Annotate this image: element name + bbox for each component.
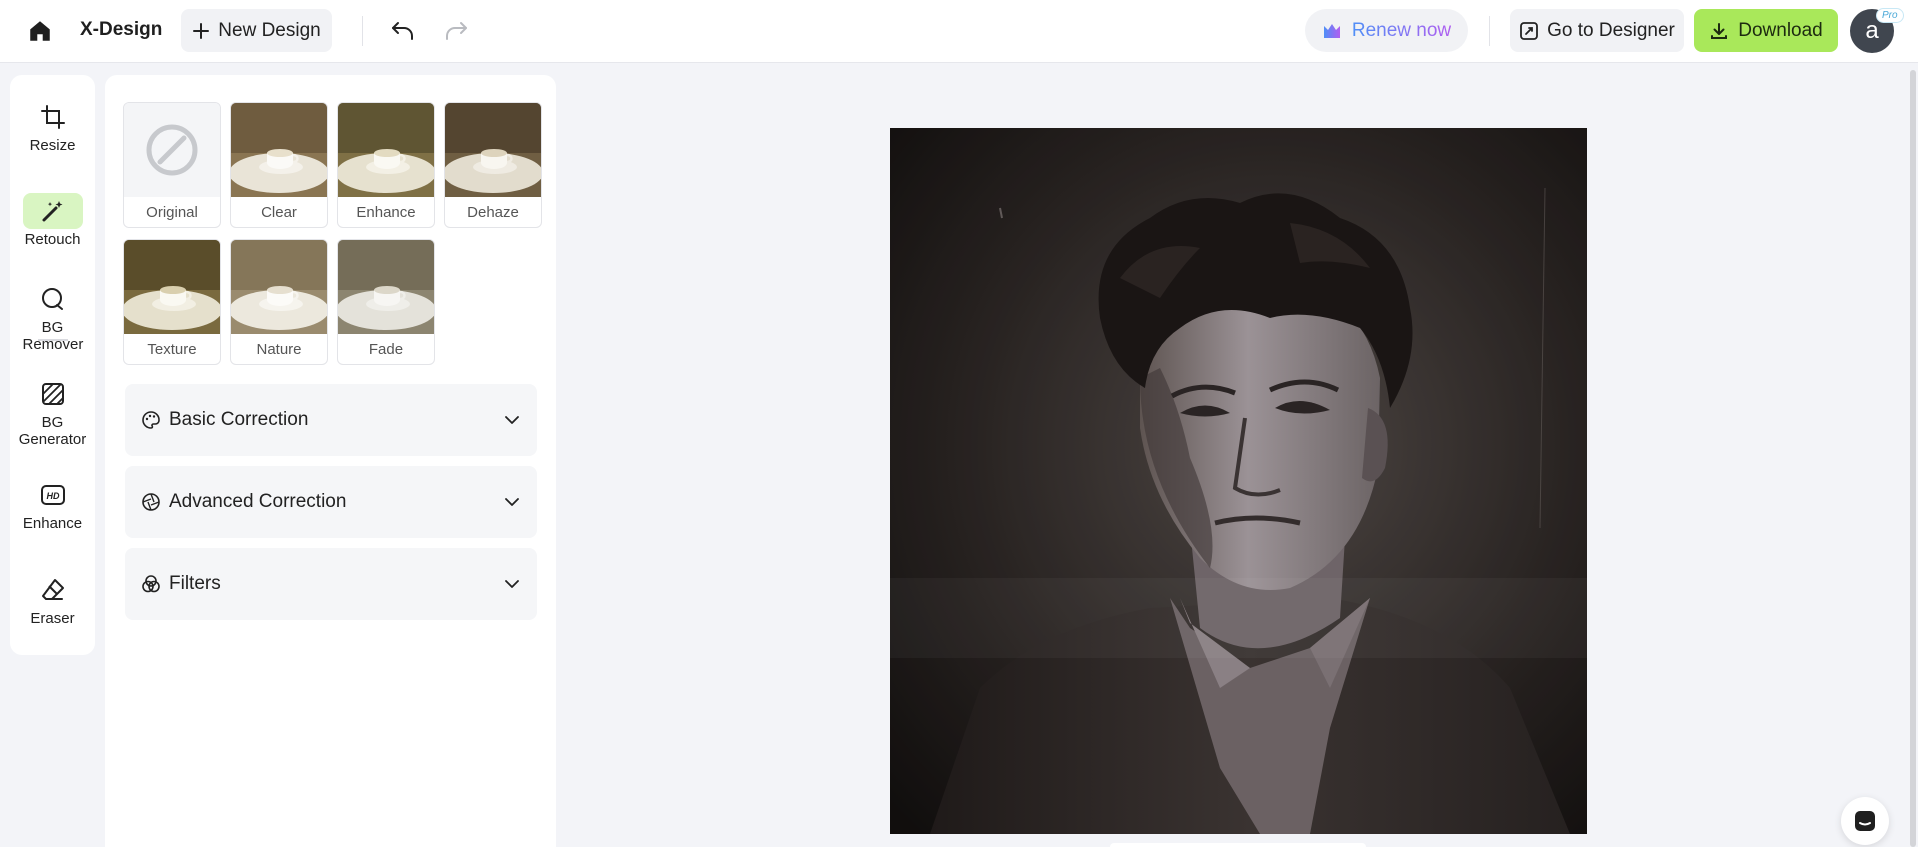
svg-text:HD: HD [46,491,59,501]
rail-item-bg-generator[interactable]: BG Generator [10,376,95,448]
none-icon [124,103,220,197]
preset-label: Nature [256,340,302,358]
filters-icon [142,575,160,593]
preset-label: Clear [261,203,297,221]
eraser-icon [23,572,83,608]
rail-label: BG Generator [18,414,87,448]
rail-item-bg-remover[interactable]: BG Remover [10,281,95,353]
preset-fade[interactable]: Fade [337,239,435,365]
preset-thumbnail [338,240,434,334]
tool-rail: Resize Retouch BG Remover BG Generator H… [10,75,95,655]
hd-icon: HD [23,477,83,513]
chat-icon [1855,811,1875,831]
plus-icon [193,22,210,39]
rail-item-eraser[interactable]: Eraser [10,572,95,627]
preset-clear[interactable]: Clear [230,102,328,228]
avatar-letter: a [1865,17,1879,44]
go-to-designer-label: Go to Designer [1547,19,1675,41]
undo-icon [392,22,413,40]
go-to-designer-button[interactable]: Go to Designer [1510,9,1684,52]
download-icon [1711,22,1728,39]
designer-icon [1520,21,1538,40]
preset-original[interactable]: Original [123,102,221,228]
rail-item-resize[interactable]: Resize [10,99,95,154]
magic-wand-icon [22,193,83,229]
retouch-panel: Original Clear Enhance Dehaze Texture Na… [105,75,556,847]
bg-remover-icon [23,281,83,317]
rail-item-retouch[interactable]: Retouch [10,193,95,248]
accordion-label: Advanced Correction [169,491,347,512]
preset-label: Original [146,203,198,221]
app-title: X-Design [80,19,163,40]
preset-nature[interactable]: Nature [230,239,328,365]
home-icon[interactable] [26,17,54,45]
preset-thumbnail [231,240,327,334]
undo-button[interactable] [387,15,419,47]
renew-now-button[interactable]: Renew now [1305,9,1468,52]
canvas-image[interactable] [890,128,1587,834]
advanced-correction-accordion[interactable]: Advanced Correction [125,466,537,538]
accordion-label: Filters [169,573,221,594]
rail-label: Resize [29,137,76,154]
basic-correction-accordion[interactable]: Basic Correction [125,384,537,456]
preset-label: Dehaze [467,203,519,221]
preset-thumbnail [445,103,541,197]
chat-support-button[interactable] [1841,797,1889,845]
rail-label: Retouch [24,231,81,248]
chevron-down-icon [505,416,519,424]
download-label: Download [1738,19,1823,41]
palette-icon [142,411,160,429]
chevron-down-icon [505,580,519,588]
preset-label: Enhance [356,203,416,221]
rail-item-enhance[interactable]: HD Enhance [10,477,95,532]
renew-now-label: Renew now [1351,19,1452,41]
rail-label: BG Remover [22,319,84,353]
preset-dehaze[interactable]: Dehaze [444,102,542,228]
new-design-label: New Design [218,19,321,41]
download-button[interactable]: Download [1694,9,1838,52]
bottom-toolbar-edge [1110,843,1366,847]
pro-badge: Pro [1876,8,1904,23]
bg-generator-icon [23,376,83,412]
preset-thumbnail [231,103,327,197]
preset-thumbnail [338,103,434,197]
crop-icon [23,99,83,135]
divider [362,16,363,46]
chevron-down-icon [505,498,519,506]
top-header: X-Design New Design Renew now Go to Desi… [0,0,1918,63]
scrollbar[interactable] [1910,70,1916,847]
preset-label: Texture [147,340,197,358]
redo-icon [446,22,467,40]
preset-label: Fade [368,340,404,358]
redo-button[interactable] [440,15,472,47]
filters-accordion[interactable]: Filters [125,548,537,620]
rail-label: Eraser [30,610,75,627]
accordion-label: Basic Correction [169,409,309,430]
new-design-button[interactable]: New Design [181,9,332,52]
rail-label: Enhance [22,515,83,532]
divider [1489,16,1490,46]
aperture-icon [142,493,160,511]
preset-enhance[interactable]: Enhance [337,102,435,228]
crown-icon [1323,23,1340,38]
preset-thumbnail [124,240,220,334]
preset-texture[interactable]: Texture [123,239,221,365]
